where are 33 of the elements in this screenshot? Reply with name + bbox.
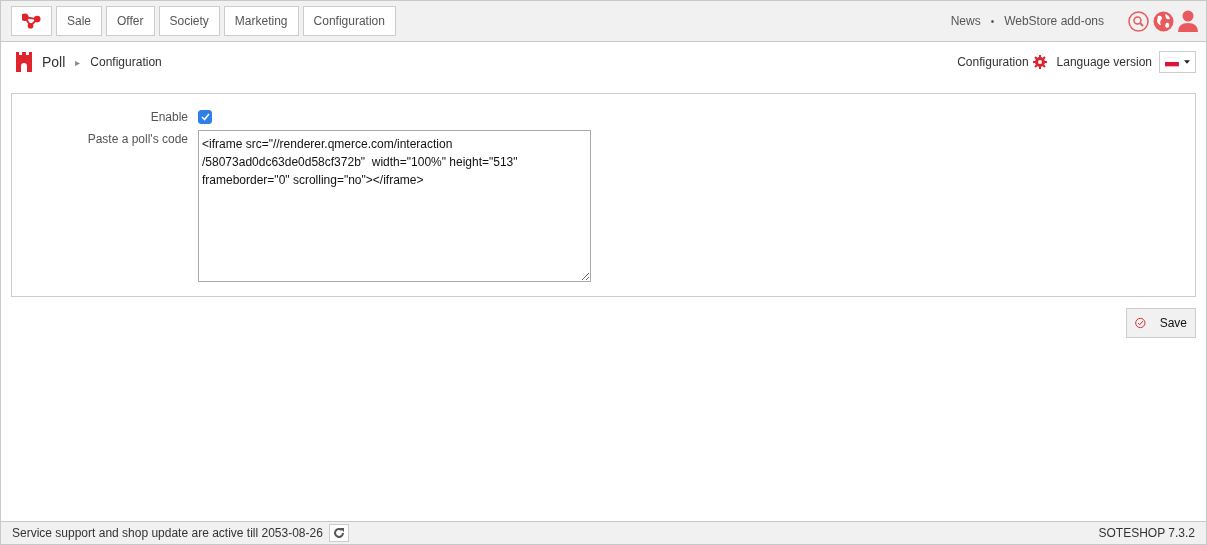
menu-button[interactable]: Configuration xyxy=(302,6,396,36)
configuration-link[interactable]: Configuration xyxy=(957,55,1029,69)
separator: • xyxy=(990,15,995,27)
refresh-icon xyxy=(332,527,345,539)
castle-icon xyxy=(16,52,32,72)
field-label: Enable xyxy=(149,109,188,124)
menu-button[interactable]: Offer xyxy=(106,6,155,36)
breadcrumb-link[interactable]: Poll xyxy=(42,54,66,70)
support-status-text: Service support and shop update are active till 2053-08-26 xyxy=(12,526,323,540)
save-button[interactable]: Save xyxy=(1126,308,1196,338)
user-icon[interactable] xyxy=(1178,10,1198,32)
nav-link[interactable]: WebStore add-ons xyxy=(1004,14,1104,28)
version-text: SOTESHOP 7.3.2 xyxy=(1098,526,1195,540)
search-icon[interactable] xyxy=(1128,10,1149,32)
language-label: Language version xyxy=(1056,55,1152,69)
code-textarea[interactable]: <iframe src="//renderer.qmerce.com/interaction /58073ad0dc63de0d58cf372b" width="100%" height="513" frameborder="0" scrolling="no"></iframe> xyxy=(198,130,591,282)
check-circle-icon xyxy=(1135,315,1146,331)
menu-button[interactable]: Sale xyxy=(56,6,103,36)
network-icon xyxy=(22,13,41,29)
field-label: Paste a poll's code xyxy=(86,131,188,146)
caret-icon xyxy=(1183,60,1190,64)
refresh-button[interactable] xyxy=(328,524,349,542)
language-dropdown[interactable] xyxy=(1159,51,1196,73)
home-button[interactable] xyxy=(11,6,52,36)
breadcrumb-current: Configuration xyxy=(90,55,162,69)
menu-button[interactable]: Marketing xyxy=(223,6,299,36)
globe-icon[interactable] xyxy=(1153,10,1174,32)
enable-checkbox[interactable] xyxy=(198,110,212,124)
gear-icon[interactable] xyxy=(1032,55,1047,69)
menu-button[interactable]: Society xyxy=(158,6,220,36)
flag-icon xyxy=(1165,57,1179,67)
nav-link[interactable]: News xyxy=(950,14,981,28)
breadcrumb-separator: ▸ xyxy=(75,56,81,68)
